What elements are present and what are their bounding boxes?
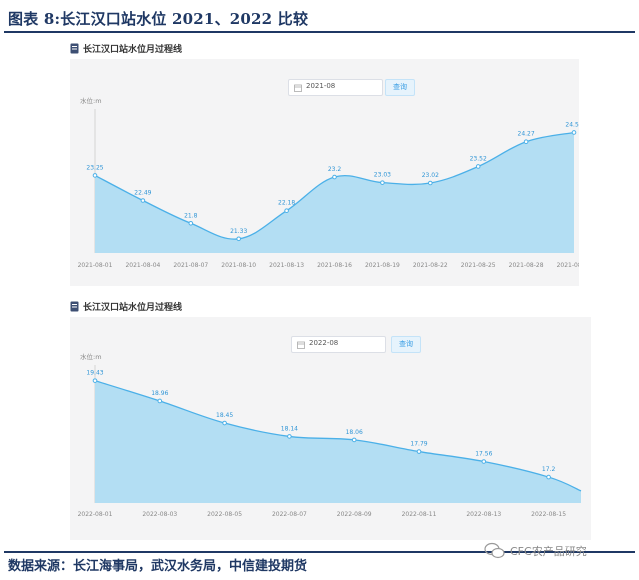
data-point[interactable] xyxy=(481,459,487,464)
area-fill xyxy=(95,132,574,253)
data-point[interactable] xyxy=(380,180,385,185)
x-tick-label: 2021-08-13 xyxy=(269,262,304,269)
data-label: 18.96 xyxy=(151,390,168,397)
data-point[interactable] xyxy=(332,174,337,180)
x-tick-label: 2021-08-25 xyxy=(461,262,496,269)
water-level-chart-2021: 水位:m 23.25 22.49 21.8 21.33 22.18 23.2 23.03 23.… xyxy=(78,96,579,269)
data-label: 17.79 xyxy=(410,441,427,448)
document-icon xyxy=(70,43,79,54)
data-point[interactable] xyxy=(236,236,241,242)
data-point[interactable] xyxy=(546,474,551,480)
data-label: 23.03 xyxy=(374,172,391,179)
panel-2021-title: 长江汉口站水位月过程线 xyxy=(83,45,183,55)
figure-title: 图表 8:长江汉口站水位 2021、2022 比较 xyxy=(8,10,309,28)
x-tick-label: 2022-08-11 xyxy=(402,511,437,518)
x-tick-label: 2022-08-07 xyxy=(272,511,307,518)
x-tick-label: 2021-08-01 xyxy=(78,262,113,269)
water-level-chart-2022: 水位:m 19.43 18.96 18.45 18.14 18.06 17.79 17.56 1… xyxy=(78,352,582,518)
x-tick-label: 2021-08-10 xyxy=(221,262,256,269)
data-point[interactable] xyxy=(284,208,289,214)
data-label: 18.45 xyxy=(216,412,233,419)
data-point[interactable] xyxy=(222,420,227,426)
x-tick-label: 2022-08-03 xyxy=(142,511,177,518)
data-label: 17.2 xyxy=(542,466,556,473)
data-point[interactable] xyxy=(416,449,422,454)
data-point[interactable] xyxy=(523,139,529,145)
panel-2022-title: 长江汉口站水位月过程线 xyxy=(83,303,183,313)
data-label: 21.8 xyxy=(184,212,198,219)
x-tick-label: 2021-08-04 xyxy=(125,262,160,269)
data-point[interactable] xyxy=(351,437,357,443)
x-tick-label: 2022-08-01 xyxy=(78,511,113,518)
data-point[interactable] xyxy=(428,180,433,186)
data-label: 24.27 xyxy=(518,131,535,138)
data-label: 22.18 xyxy=(278,200,295,207)
x-tick-label: 2022-08-15 xyxy=(531,511,566,518)
x-tick-label: 2022-08-05 xyxy=(207,511,242,518)
data-point[interactable] xyxy=(287,434,292,439)
source-note: 数据来源：长江海事局，武汉水务局，中信建投期货 xyxy=(8,559,308,574)
data-label: 23.2 xyxy=(328,166,342,173)
data-point[interactable] xyxy=(92,378,98,383)
top-rule xyxy=(4,31,635,33)
data-point[interactable] xyxy=(140,198,146,203)
data-label: 17.56 xyxy=(475,451,492,458)
data-label: 23.25 xyxy=(86,164,103,171)
watermark-text: CFC农产品研究 xyxy=(510,545,587,558)
x-tick-label: 2021-08-16 xyxy=(317,262,352,269)
y-axis-label: 水位:m xyxy=(80,352,102,361)
watermark: CFC农产品研究 xyxy=(484,540,634,562)
data-point[interactable] xyxy=(571,130,577,135)
x-tick-label: 2021-08-22 xyxy=(413,262,448,269)
data-point[interactable] xyxy=(92,173,98,178)
data-label: 18.14 xyxy=(281,425,298,432)
x-tick-label: 2022-08-13 xyxy=(466,511,501,518)
document-icon xyxy=(70,301,79,312)
x-tick-label: 2022-08-09 xyxy=(337,511,372,518)
area-fill xyxy=(95,380,581,503)
x-tick-label: 2021-08-31 xyxy=(557,262,579,269)
data-label: 24.55 xyxy=(565,121,579,128)
panel-2021: 2021-08 查询 水位:m 23.25 22.49 21.8 21.33 22.18 2… xyxy=(70,59,579,286)
data-label: 21.33 xyxy=(230,228,247,235)
data-label: 23.52 xyxy=(470,155,487,162)
data-label: 19.43 xyxy=(86,370,103,377)
data-label: 22.49 xyxy=(134,189,151,196)
x-tick-label: 2021-08-19 xyxy=(365,262,400,269)
data-point[interactable] xyxy=(475,164,481,169)
y-axis-label: 水位:m xyxy=(80,96,102,105)
figure-header: 图表 8:长江汉口站水位 2021、2022 比较 xyxy=(0,0,639,34)
data-label: 18.06 xyxy=(346,429,363,436)
wechat-icon xyxy=(484,542,505,559)
panel-2022: 2022-08 查询 水位:m 19.43 18.96 18.45 18.14 18.06… xyxy=(70,317,591,540)
data-point[interactable] xyxy=(157,398,163,404)
x-tick-label: 2021-08-07 xyxy=(173,262,208,269)
data-label: 23.02 xyxy=(422,172,439,179)
data-point[interactable] xyxy=(188,220,194,226)
x-tick-label: 2021-08-28 xyxy=(509,262,544,269)
